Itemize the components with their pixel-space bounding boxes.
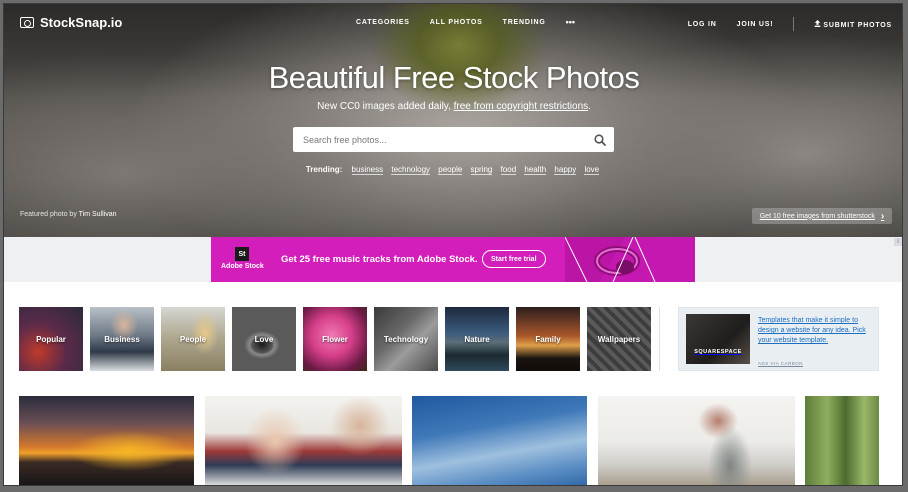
category-tiles: Popular Business People Love Flower Tech… — [19, 307, 651, 371]
adobe-stock-ad[interactable]: St Adobe Stock Get 25 free music tracks … — [211, 237, 695, 282]
join-link[interactable]: JOIN US! — [737, 21, 774, 28]
trend-tag-people[interactable]: people — [438, 165, 463, 175]
category-wallpapers[interactable]: Wallpapers — [587, 307, 651, 371]
category-label: Wallpapers — [597, 334, 641, 344]
adobe-stock-name: Adobe Stock — [221, 263, 264, 270]
start-free-trial-button[interactable]: Start free trial — [482, 250, 546, 268]
ads-via-carbon-link[interactable]: ADS VIA CARBON — [758, 361, 803, 366]
photo-tile-business-meeting[interactable] — [205, 396, 402, 485]
search-icon[interactable] — [586, 127, 614, 152]
featured-author-link[interactable]: Tim Sullivan — [79, 211, 117, 218]
featured-credit: Featured photo by Tim Sullivan — [20, 211, 117, 218]
ad-banner-strip: St Adobe Stock Get 25 free music tracks … — [4, 237, 902, 282]
shutterstock-button[interactable]: Get 10 free images from shutterstock › — [752, 208, 892, 224]
photo-tile-interior-vase[interactable] — [598, 396, 795, 485]
browser-viewport: StockSnap.io CATEGORIES ALL PHOTOS TREND… — [3, 3, 903, 486]
category-people[interactable]: People — [161, 307, 225, 371]
photo-tile-sunset-city[interactable] — [19, 396, 194, 485]
trend-tag-happy[interactable]: happy — [554, 165, 577, 175]
category-label: Nature — [464, 334, 490, 344]
hero-subtitle: New CC0 images added daily, free from co… — [4, 101, 902, 112]
subtitle-prefix: New CC0 images added daily, — [317, 101, 454, 112]
trend-tag-food[interactable]: food — [500, 165, 517, 175]
category-label: Love — [254, 334, 274, 344]
logo-text: StockSnap.io — [40, 15, 123, 30]
trend-tag-technology[interactable]: technology — [391, 165, 431, 175]
category-label: Family — [535, 334, 561, 344]
adobe-stock-logo: St Adobe Stock — [221, 247, 264, 270]
account-nav: LOG IN JOIN US! SUBMIT PHOTOS — [688, 17, 892, 31]
adobe-st-mark: St — [235, 247, 249, 261]
search-input[interactable] — [293, 127, 586, 152]
more-menu-icon[interactable]: ••• — [566, 17, 575, 27]
trend-tag-love[interactable]: love — [584, 165, 600, 175]
photo-link[interactable] — [205, 396, 402, 485]
trend-tag-health[interactable]: health — [524, 165, 547, 175]
trending-label: Trending: — [305, 165, 343, 174]
adobe-headline: Get 25 free music tracks from Adobe Stoc… — [281, 254, 478, 265]
carbon-ad-text[interactable]: Templates that make it simple to design … — [758, 316, 876, 346]
featured-prefix: Featured photo by — [20, 211, 79, 218]
category-technology[interactable]: Technology — [374, 307, 438, 371]
copyright-link[interactable]: free from copyright restrictions — [454, 101, 589, 112]
photo-link[interactable] — [19, 396, 194, 485]
category-label: Popular — [36, 334, 66, 344]
hero-section: StockSnap.io CATEGORIES ALL PHOTOS TREND… — [4, 4, 902, 237]
category-flower[interactable]: Flower — [303, 307, 367, 371]
chevron-right-icon: › — [880, 210, 885, 222]
submit-photos-label: SUBMIT PHOTOS — [823, 21, 892, 29]
category-label: Business — [104, 334, 140, 344]
photo-link[interactable] — [805, 396, 879, 485]
trend-tag-spring[interactable]: spring — [470, 165, 493, 175]
headphones-art-icon — [565, 237, 695, 282]
ad-info-icon[interactable]: i — [894, 238, 902, 246]
category-popular[interactable]: Popular — [19, 307, 83, 371]
hero-title: Beautiful Free Stock Photos — [268, 60, 640, 95]
trend-tag-business[interactable]: business — [351, 165, 384, 175]
camera-icon — [20, 17, 34, 28]
category-nature[interactable]: Nature — [445, 307, 509, 371]
nav-all-photos[interactable]: ALL PHOTOS — [430, 19, 483, 26]
category-label: People — [179, 334, 207, 344]
main-nav: CATEGORIES ALL PHOTOS TRENDING ••• — [356, 17, 575, 27]
photo-link[interactable] — [412, 396, 587, 485]
nav-divider — [793, 17, 795, 31]
category-family[interactable]: Family — [516, 307, 580, 371]
carbon-ad: SQUARESPACE Templates that make it simpl… — [678, 307, 879, 371]
category-business[interactable]: Business — [90, 307, 154, 371]
section-divider — [659, 307, 660, 371]
nav-trending[interactable]: TRENDING — [503, 19, 546, 26]
category-love[interactable]: Love — [232, 307, 296, 371]
photo-link[interactable] — [598, 396, 795, 485]
login-link[interactable]: LOG IN — [688, 21, 717, 28]
site-logo[interactable]: StockSnap.io — [20, 15, 122, 30]
squarespace-logo: SQUARESPACE — [694, 349, 742, 355]
carbon-ad-image[interactable]: SQUARESPACE — [686, 314, 750, 364]
search-bar — [293, 127, 614, 152]
nav-categories[interactable]: CATEGORIES — [356, 19, 410, 26]
subtitle-suffix: . — [588, 101, 591, 112]
shutterstock-label: Get 10 free images from shutterstock — [759, 212, 875, 220]
photo-tile-forest[interactable] — [805, 396, 879, 485]
category-label: Flower — [322, 334, 348, 344]
submit-photos-link[interactable]: SUBMIT PHOTOS — [814, 19, 892, 29]
upload-icon — [814, 19, 821, 29]
photo-tile-blue-sky[interactable] — [412, 396, 587, 485]
trending-tags: Trending: business technology people spr… — [4, 165, 902, 175]
category-label: Technology — [383, 334, 429, 344]
